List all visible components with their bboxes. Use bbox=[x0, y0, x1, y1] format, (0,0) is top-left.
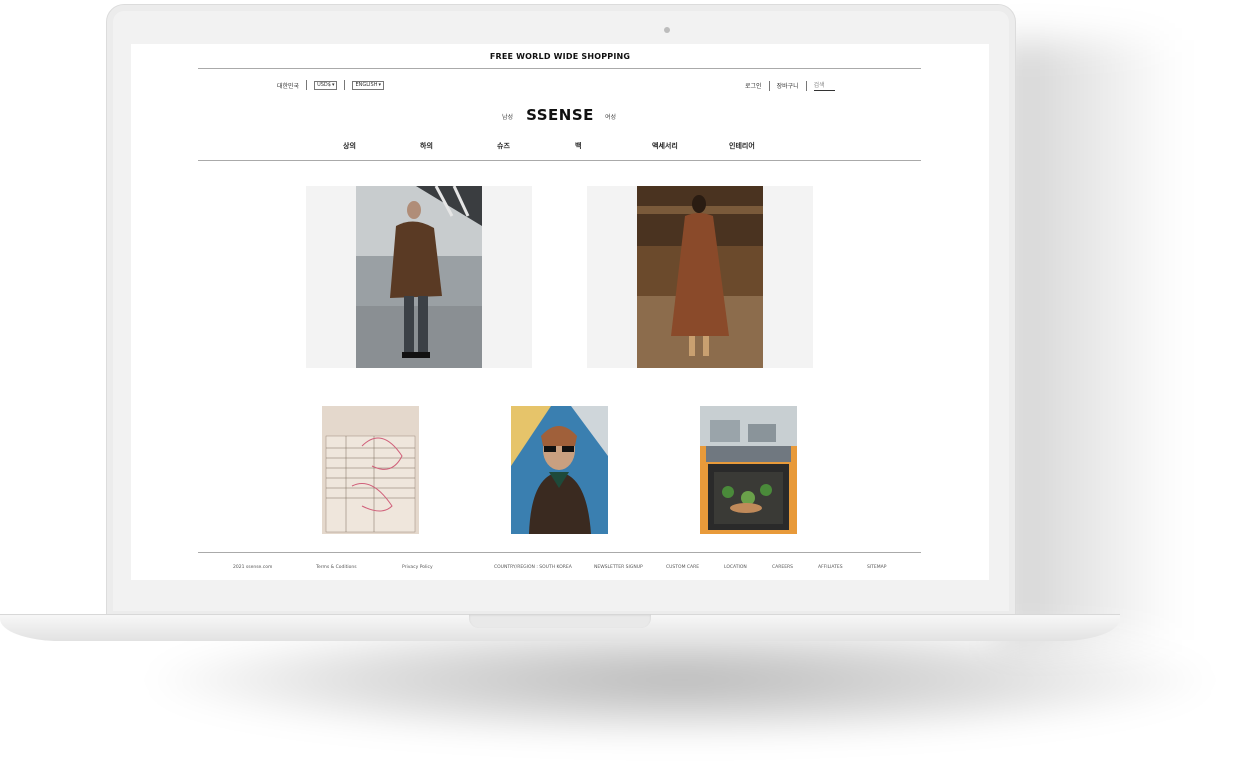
nav-shoes[interactable]: 슈즈 bbox=[497, 141, 510, 151]
editorial-photo-kitchen-oven[interactable] bbox=[700, 406, 797, 534]
footer-affiliates-link[interactable]: AFFILIATES bbox=[818, 565, 843, 570]
language-select[interactable]: ENGLISH ▾ bbox=[352, 80, 384, 90]
nav-accessories[interactable]: 액세서리 bbox=[652, 141, 678, 151]
footer-customer-care-link[interactable]: CUSTOM CARE bbox=[666, 565, 699, 570]
chevron-down-icon: ▾ bbox=[378, 81, 381, 88]
footer-privacy-link[interactable]: Privacy Policy bbox=[402, 565, 433, 570]
footer-terms-link[interactable]: Terms & Coditions bbox=[316, 565, 357, 570]
footer-sitemap-link[interactable]: SITEMAP bbox=[867, 565, 886, 570]
promo-banner: FREE WORLD WIDE SHOPPING bbox=[489, 52, 631, 61]
divider bbox=[198, 68, 921, 69]
divider bbox=[198, 160, 921, 161]
login-link[interactable]: 로그인 bbox=[745, 81, 762, 90]
region-link[interactable]: 대한민국 bbox=[277, 81, 299, 90]
editorial-photo-ticket-card[interactable] bbox=[322, 406, 419, 534]
nav-tops[interactable]: 상의 bbox=[343, 141, 356, 151]
search-input[interactable]: 검색 bbox=[813, 80, 835, 91]
footer-country-link[interactable]: COUNTRY/REGION : SOUTH KOREA bbox=[494, 565, 572, 570]
laptop-notch bbox=[469, 614, 651, 628]
women-link[interactable]: 여성 bbox=[605, 112, 616, 121]
footer-location-link[interactable]: LOCATION bbox=[724, 565, 747, 570]
footer-careers-link[interactable]: CAREERS bbox=[772, 565, 793, 570]
footer-newsletter-link[interactable]: NEWSLETTER SIGNUP bbox=[594, 565, 643, 570]
editorial-photo-brown-coat[interactable] bbox=[637, 186, 763, 368]
editorial-photo-sunglasses-model[interactable] bbox=[511, 406, 608, 534]
divider bbox=[198, 552, 921, 553]
footer-copyright: 2021 ssense.com bbox=[233, 565, 273, 570]
editorial-photo-brown-jacket[interactable] bbox=[356, 186, 482, 368]
cart-link[interactable]: 장바구니 bbox=[777, 81, 799, 90]
utility-left: 대한민국 USD$ ▾ ENGLISH ▾ bbox=[277, 80, 384, 90]
nav-interior[interactable]: 인테리어 bbox=[729, 141, 755, 151]
camera-dot bbox=[664, 27, 670, 33]
utility-right: 로그인 장바구니 검색 bbox=[745, 80, 835, 91]
browser-screen: FREE WORLD WIDE SHOPPING 대한민국 USD$ ▾ ENG… bbox=[131, 44, 989, 580]
currency-select[interactable]: USD$ ▾ bbox=[314, 80, 338, 90]
chevron-down-icon: ▾ bbox=[331, 81, 335, 88]
laptop-side-shadow bbox=[1000, 40, 1180, 640]
nav-bags[interactable]: 백 bbox=[575, 141, 581, 151]
nav-bottoms[interactable]: 하의 bbox=[420, 141, 433, 151]
site-logo[interactable]: SSENSE bbox=[131, 106, 989, 124]
